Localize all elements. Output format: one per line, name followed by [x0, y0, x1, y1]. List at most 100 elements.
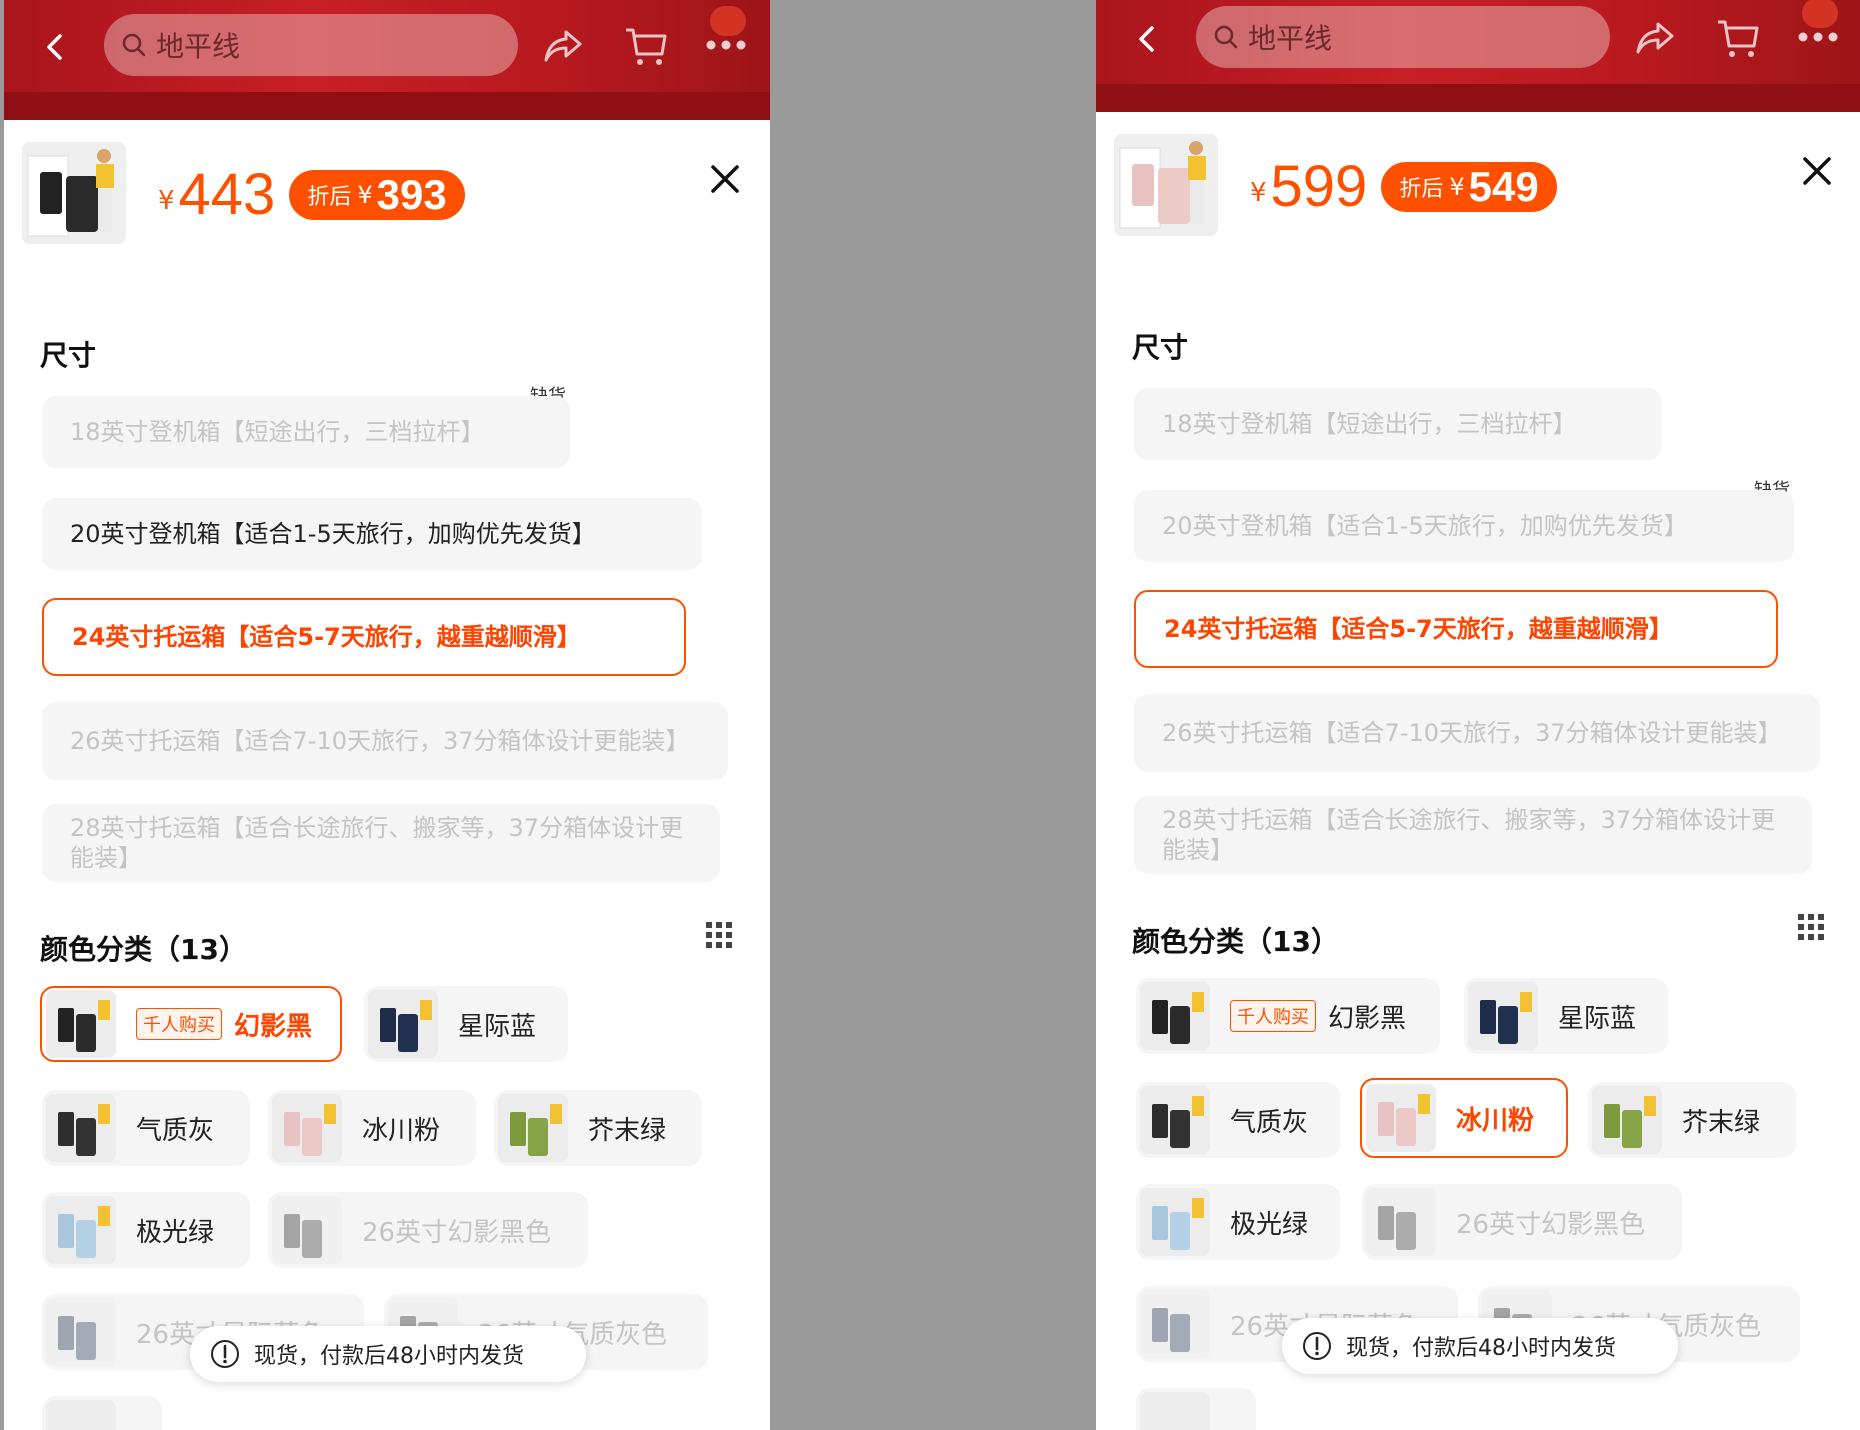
- discount-label: 折后: [1399, 177, 1444, 202]
- color-option-star-blue[interactable]: 星际蓝: [364, 986, 568, 1062]
- info-icon: [211, 1340, 239, 1368]
- size-option-24[interactable]: 24英寸托运箱【适合5-7天旅行，越重越顺滑】: [1134, 590, 1778, 668]
- color-label: 极光绿: [136, 1217, 215, 1248]
- stock-toast: 现货，付款后48小时内发货: [190, 1326, 586, 1382]
- color-label: 气质灰: [1230, 1107, 1309, 1138]
- close-icon[interactable]: [1802, 156, 1832, 186]
- color-option-aurora-green[interactable]: 极光绿: [42, 1192, 250, 1268]
- price-value: 443: [178, 162, 276, 227]
- color-option-more[interactable]: [42, 1396, 162, 1430]
- sku-sheet: ¥ 599 折后 ¥ 549 尺寸 18英寸登机箱【短途出行，三档拉杆】 缺货 …: [1096, 112, 1860, 1430]
- size-option-28[interactable]: 28英寸托运箱【适合长途旅行、搬家等，37分箱体设计更能装】: [42, 804, 720, 882]
- size-section-title: 尺寸: [40, 339, 97, 372]
- more-icon[interactable]: [1796, 30, 1840, 44]
- share-icon[interactable]: [1634, 18, 1678, 58]
- search-input[interactable]: 地平线: [1196, 6, 1610, 68]
- back-arrow-icon[interactable]: [1130, 22, 1164, 56]
- color-thumbnail: [46, 1196, 116, 1264]
- color-option-star-blue[interactable]: 星际蓝: [1464, 978, 1668, 1054]
- discount-currency: ¥: [357, 181, 373, 209]
- share-icon[interactable]: [542, 26, 586, 66]
- size-option-26[interactable]: 26英寸托运箱【适合7-10天旅行，37分箱体设计更能装】: [1134, 694, 1820, 772]
- color-option-mustard-green[interactable]: 芥末绿: [1588, 1082, 1796, 1158]
- color-option-more[interactable]: [1136, 1388, 1256, 1430]
- size-option-18[interactable]: 18英寸登机箱【短途出行，三档拉杆】: [1134, 388, 1662, 460]
- color-option-elegant-gray[interactable]: 气质灰: [42, 1090, 250, 1166]
- color-thumbnail: [1140, 1290, 1210, 1358]
- size-section-title: 尺寸: [1132, 331, 1189, 364]
- info-icon: [1303, 1332, 1331, 1360]
- color-label: 星际蓝: [1558, 1003, 1637, 1034]
- close-icon[interactable]: [710, 164, 740, 194]
- color-thumbnail: [1366, 1188, 1436, 1256]
- color-thumbnail: [272, 1094, 342, 1162]
- size-option-20[interactable]: 20英寸登机箱【适合1-5天旅行，加购优先发货】: [42, 498, 702, 570]
- color-option-elegant-gray[interactable]: 气质灰: [1136, 1082, 1340, 1158]
- color-option-26-phantom-black[interactable]: 26英寸幻影黑色: [1362, 1184, 1682, 1260]
- color-label: 冰川粉: [362, 1115, 441, 1146]
- price-currency: ¥: [1250, 178, 1267, 208]
- color-option-26-phantom-black[interactable]: 26英寸幻影黑色: [268, 1192, 588, 1268]
- color-label: 星际蓝: [458, 1011, 537, 1042]
- toast-text: 现货，付款后48小时内发货: [254, 1344, 524, 1369]
- hot-tag: 千人购买: [136, 1008, 222, 1040]
- color-label: 芥末绿: [588, 1115, 667, 1146]
- discount-price-value: 549: [1468, 163, 1539, 210]
- color-label: 26英寸幻影黑色: [362, 1217, 552, 1248]
- discount-price-badge: 折后 ¥ 393: [289, 170, 465, 220]
- discount-label: 折后: [307, 185, 352, 210]
- color-option-glacier-pink[interactable]: 冰川粉: [1360, 1078, 1568, 1158]
- color-thumbnail: [46, 1400, 116, 1430]
- color-option-glacier-pink[interactable]: 冰川粉: [268, 1090, 476, 1166]
- color-thumbnail: [498, 1094, 568, 1162]
- color-option-mustard-green[interactable]: 芥末绿: [494, 1090, 702, 1166]
- size-option-18[interactable]: 18英寸登机箱【短途出行，三档拉杆】: [42, 396, 570, 468]
- color-thumbnail: [1140, 1086, 1210, 1154]
- size-option-24[interactable]: 24英寸托运箱【适合5-7天旅行，越重越顺滑】: [42, 598, 686, 676]
- color-thumbnail: [1140, 1188, 1210, 1256]
- size-option-26[interactable]: 26英寸托运箱【适合7-10天旅行，37分箱体设计更能装】: [42, 702, 728, 780]
- price-currency: ¥: [158, 186, 175, 216]
- color-thumbnail: [46, 990, 116, 1058]
- hot-tag: 千人购买: [1230, 1000, 1316, 1032]
- tab-strip: [1096, 84, 1860, 112]
- message-badge: [710, 6, 746, 36]
- search-icon: [122, 33, 146, 57]
- price-block: ¥ 599 折后 ¥ 549: [1250, 158, 1557, 216]
- top-nav-bar: 地平线: [1096, 0, 1860, 112]
- top-nav-bar: 地平线: [4, 0, 770, 120]
- product-thumbnail[interactable]: [1114, 134, 1218, 236]
- stock-toast: 现货，付款后48小时内发货: [1282, 1318, 1678, 1374]
- grid-view-icon[interactable]: [1796, 912, 1826, 942]
- color-label: 气质灰: [136, 1115, 215, 1146]
- color-option-aurora-green[interactable]: 极光绿: [1136, 1184, 1340, 1260]
- color-label: 极光绿: [1230, 1209, 1309, 1240]
- message-badge: [1802, 0, 1838, 28]
- more-icon[interactable]: [704, 38, 748, 52]
- sku-panel-right: 地平线 ¥ 599 折后 ¥ 549 尺寸 18英寸登机箱【短途出行，三档拉杆】…: [1096, 0, 1860, 1430]
- price-value: 599: [1270, 154, 1368, 219]
- color-label: 26英寸幻影黑色: [1456, 1209, 1646, 1240]
- color-section-title: 颜色分类（13）: [40, 933, 247, 966]
- color-thumbnail: [1140, 1392, 1210, 1430]
- color-option-phantom-black[interactable]: 千人购买 幻影黑: [1136, 978, 1440, 1054]
- tab-strip: [4, 92, 770, 120]
- search-text: 地平线: [1248, 22, 1333, 55]
- grid-view-icon[interactable]: [704, 920, 734, 950]
- size-option-28[interactable]: 28英寸托运箱【适合长途旅行、搬家等，37分箱体设计更能装】: [1134, 796, 1812, 874]
- size-option-20[interactable]: 20英寸登机箱【适合1-5天旅行，加购优先发货】: [1134, 490, 1794, 562]
- price-block: ¥ 443 折后 ¥ 393: [158, 166, 465, 224]
- back-arrow-icon[interactable]: [38, 30, 72, 64]
- search-input[interactable]: 地平线: [104, 14, 518, 76]
- color-thumbnail: [368, 990, 438, 1058]
- color-option-phantom-black[interactable]: 千人购买 幻影黑: [40, 986, 342, 1062]
- color-thumbnail: [1140, 982, 1210, 1050]
- cart-icon[interactable]: [1716, 18, 1760, 60]
- sku-sheet: ¥ 443 折后 ¥ 393 尺寸 缺货 18英寸登机箱【短途出行，三档拉杆】 …: [4, 120, 770, 1430]
- color-thumbnail: [1366, 1084, 1436, 1152]
- color-thumbnail: [1468, 982, 1538, 1050]
- sku-panel-left: 地平线 ¥ 443 折后 ¥ 393 尺寸 18英寸登机箱【短途出行，三档拉杆】…: [4, 0, 770, 1430]
- product-thumbnail[interactable]: [22, 142, 126, 244]
- cart-icon[interactable]: [624, 26, 668, 68]
- color-thumbnail: [272, 1196, 342, 1264]
